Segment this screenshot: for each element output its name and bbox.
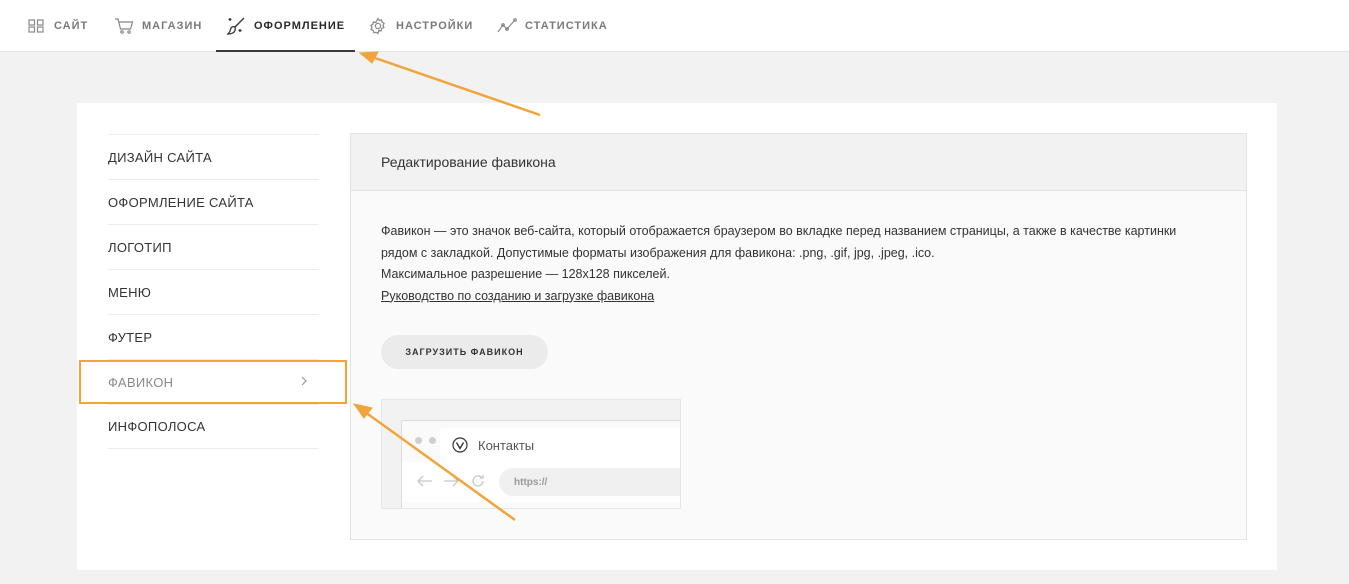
description-text: Фавикон — это значок веб-сайта, который … bbox=[381, 224, 1177, 260]
address-bar: https:// bbox=[499, 468, 680, 496]
tab-label: МАГАЗИН bbox=[142, 20, 203, 32]
tab-label: НАСТРОЙКИ bbox=[396, 20, 474, 32]
favicon-panel: Редактирование фавикона Фавикон — это зн… bbox=[350, 133, 1247, 540]
upload-favicon-button[interactable]: ЗАГРУЗИТЬ ФАВИКОН bbox=[381, 335, 548, 369]
browser-tab-title: Контакты bbox=[478, 437, 535, 453]
sidebar-item-label: ФУТЕР bbox=[108, 329, 153, 345]
favicon-description: Фавикон — это значок веб-сайта, который … bbox=[381, 221, 1201, 307]
resolution-text: Максимальное разрешение — 128x128 пиксел… bbox=[381, 267, 670, 281]
browser-tab: Контакты bbox=[440, 428, 680, 462]
reload-icon bbox=[470, 473, 486, 489]
tab-site[interactable]: САЙТ bbox=[26, 0, 88, 52]
browser-window: Контакты https:// bbox=[401, 420, 680, 508]
favicon-guide-link[interactable]: Руководство по созданию и загрузке фавик… bbox=[381, 286, 1201, 308]
sidebar-item-footer[interactable]: ФУТЕР bbox=[108, 314, 319, 359]
tab-settings[interactable]: НАСТРОЙКИ bbox=[368, 0, 473, 52]
back-arrow-icon bbox=[416, 474, 434, 488]
magic-brush-icon bbox=[226, 16, 246, 36]
browser-toolbar: https:// bbox=[402, 462, 680, 502]
top-navigation: САЙТ МАГАЗИН ОФОРМЛЕНИЕ НАСТРОЙКИ СТАТИС… bbox=[0, 0, 1349, 52]
sidebar-item-label: ЛОГОТИП bbox=[108, 239, 172, 255]
sidebar-item-site-design[interactable]: ДИЗАЙН САЙТА bbox=[108, 134, 319, 179]
browser-preview: Контакты https:// bbox=[381, 399, 681, 509]
sidebar-item-label: ИНФОПОЛОСА bbox=[108, 419, 206, 434]
sidebar-item-menu[interactable]: МЕНЮ bbox=[108, 269, 319, 314]
sidebar-item-label: ДИЗАЙН САЙТА bbox=[108, 149, 212, 165]
sidebar-item-logo[interactable]: ЛОГОТИП bbox=[108, 224, 319, 269]
panel-title: Редактирование фавикона bbox=[351, 134, 1246, 191]
tab-label: СТАТИСТИКА bbox=[525, 20, 608, 32]
chart-line-icon bbox=[497, 16, 517, 36]
tab-label: САЙТ bbox=[54, 20, 89, 32]
annotation-highlight-box bbox=[79, 360, 347, 404]
forward-arrow-icon bbox=[442, 474, 460, 488]
tab-statistics[interactable]: СТАТИСТИКА bbox=[497, 0, 608, 52]
window-dot bbox=[429, 437, 436, 444]
tab-label: ОФОРМЛЕНИЕ bbox=[254, 20, 346, 32]
sidebar-item-infobar[interactable]: ИНФОПОЛОСА bbox=[108, 404, 319, 449]
cart-icon bbox=[114, 16, 134, 36]
favicon-icon bbox=[452, 437, 468, 453]
content-card: ДИЗАЙН САЙТА ОФОРМЛЕНИЕ САЙТА ЛОГОТИП МЕ… bbox=[77, 103, 1277, 570]
sidebar-item-site-style[interactable]: ОФОРМЛЕНИЕ САЙТА bbox=[108, 179, 319, 224]
grid-icon bbox=[26, 16, 46, 36]
tab-design[interactable]: ОФОРМЛЕНИЕ bbox=[215, 0, 356, 52]
sidebar-item-label: ОФОРМЛЕНИЕ САЙТА bbox=[108, 194, 254, 210]
sidebar-item-label: МЕНЮ bbox=[108, 284, 152, 300]
window-dot bbox=[415, 437, 422, 444]
gear-icon bbox=[368, 16, 388, 36]
tab-shop[interactable]: МАГАЗИН bbox=[114, 0, 202, 52]
